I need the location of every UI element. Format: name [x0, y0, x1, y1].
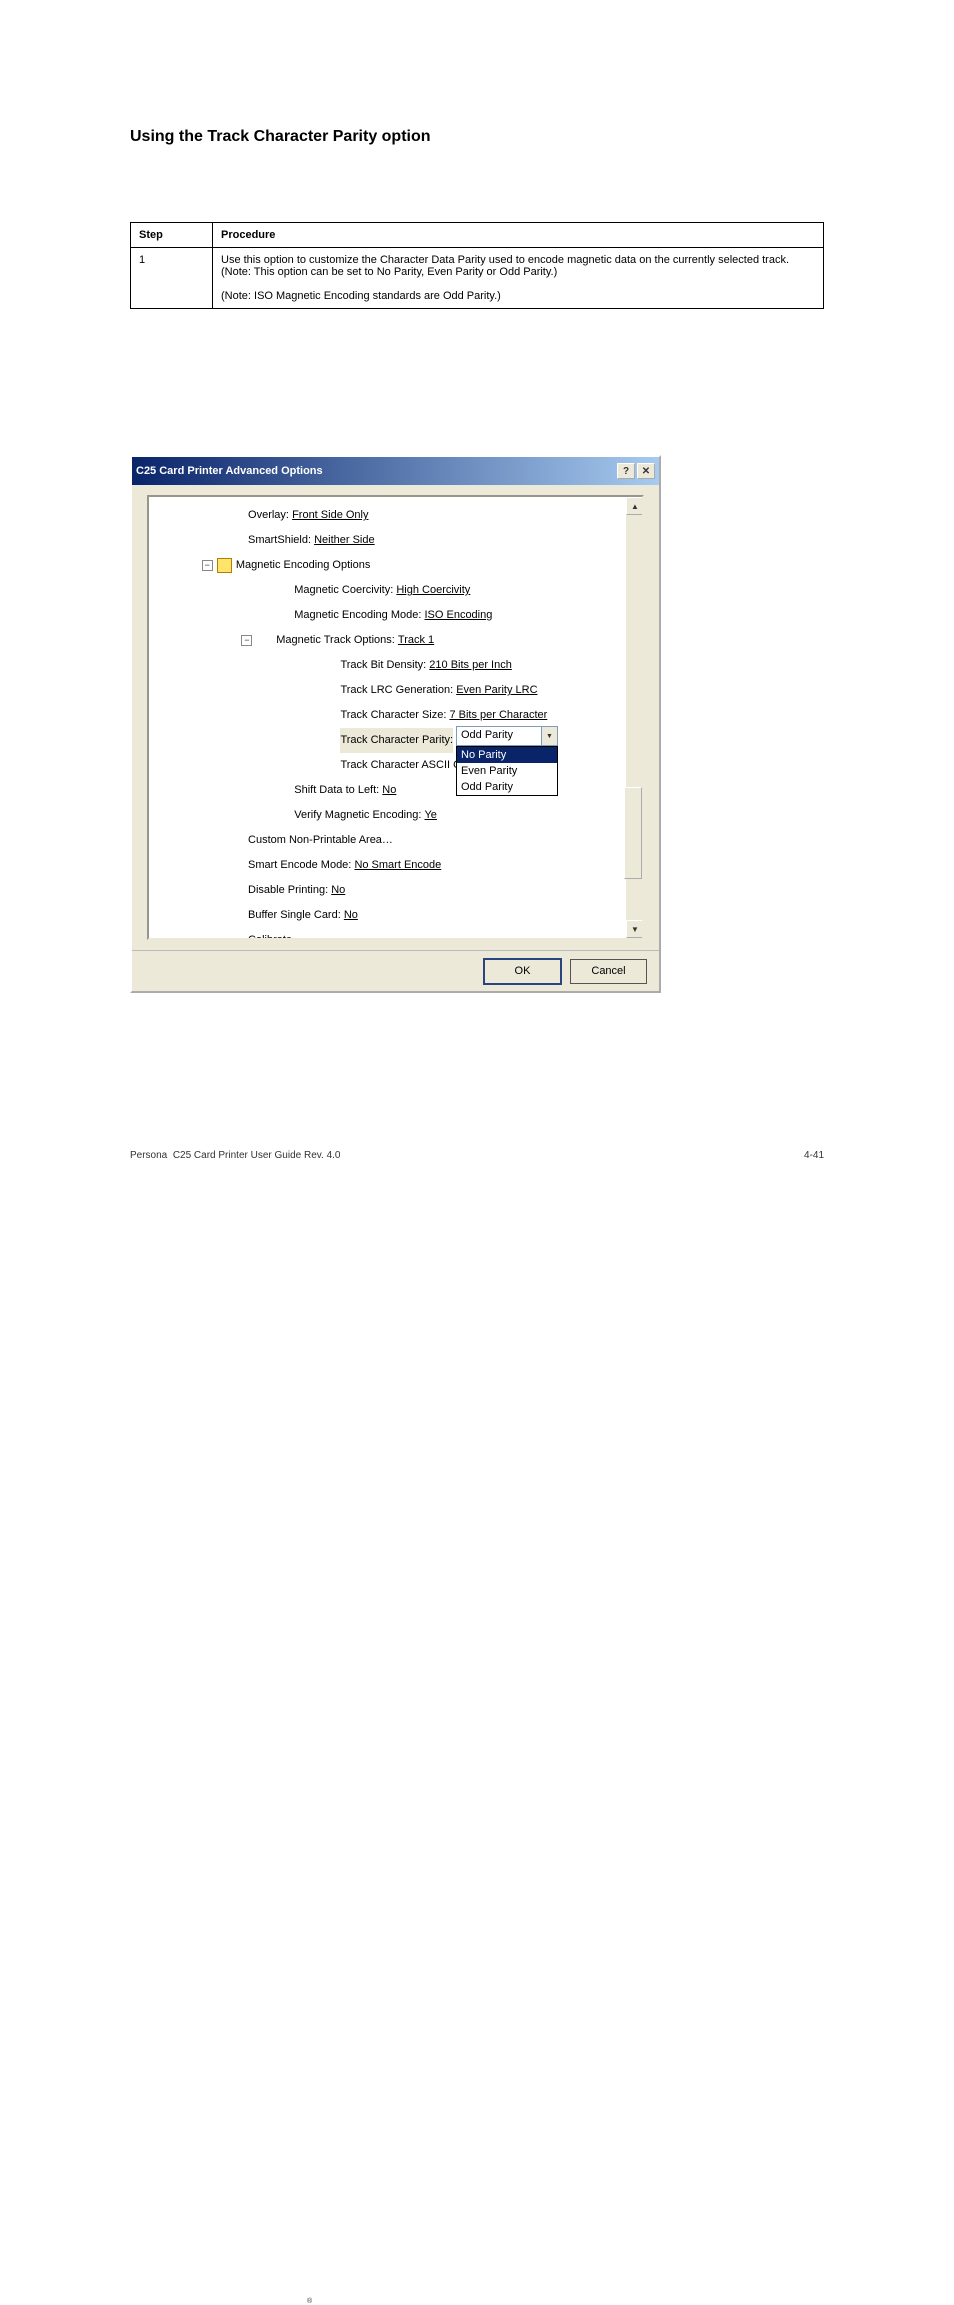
tree-smartshield[interactable]: SmartShield: Neither Side	[149, 528, 642, 553]
tree-char-parity[interactable]: Track Character Parity:	[149, 728, 642, 753]
collapse-icon[interactable]: −	[202, 560, 213, 571]
tree-shift-left[interactable]: Shift Data to Left: No	[149, 778, 642, 803]
tree-lrc[interactable]: Track LRC Generation: Even Parity LRC	[149, 678, 642, 703]
cancel-button[interactable]: Cancel	[570, 959, 647, 984]
tree-magnetic-encoding[interactable]: −Magnetic Encoding Options	[149, 553, 642, 578]
scroll-thumb[interactable]	[624, 787, 642, 879]
tree-verify[interactable]: Verify Magnetic Encoding: Ye	[149, 803, 642, 828]
tree-smart-encode[interactable]: Smart Encode Mode: No Smart Encode	[149, 853, 642, 878]
tree-overlay[interactable]: Overlay: Front Side Only	[149, 503, 642, 528]
options-tree[interactable]: Overlay: Front Side Only SmartShield: Ne…	[147, 495, 644, 940]
parity-select[interactable]: Odd Parity ▼	[456, 726, 558, 746]
scroll-up-button[interactable]: ▲	[626, 497, 644, 515]
close-button[interactable]: ✕	[637, 463, 655, 479]
vertical-scrollbar[interactable]: ▲ ▼	[626, 497, 642, 938]
registered-icon: ®	[307, 2298, 312, 2305]
step-text: Use this option to customize the Charact…	[213, 248, 824, 309]
step-note: (Note: ISO Magnetic Encoding standards a…	[221, 290, 501, 302]
page-number: 4-41	[804, 1150, 824, 1161]
tree-disable-printing[interactable]: Disable Printing: No	[149, 878, 642, 903]
footer-left: Persona® C25 Card Printer User Guide Rev…	[130, 1150, 340, 1161]
tree-char-size[interactable]: Track Character Size: 7 Bits per Charact…	[149, 703, 642, 728]
tree-encoding-mode[interactable]: Magnetic Encoding Mode: ISO Encoding	[149, 603, 642, 628]
step-number: 1	[131, 248, 213, 309]
parity-option-even[interactable]: Even Parity	[457, 763, 557, 779]
ok-button[interactable]: OK	[483, 958, 562, 985]
col-procedure-header: Procedure	[213, 223, 824, 248]
tree-ascii-offset[interactable]: Track Character ASCII O	[149, 753, 642, 778]
procedure-table: Step Procedure 1 Use this option to cust…	[130, 222, 824, 309]
tree-custom-area[interactable]: Custom Non-Printable Area…	[149, 828, 642, 853]
dialog-button-row: OK Cancel	[132, 950, 659, 991]
parity-option-no[interactable]: No Parity	[457, 747, 557, 763]
section-title: Using the Track Character Parity option	[130, 128, 431, 146]
scroll-down-button[interactable]: ▼	[626, 920, 644, 938]
collapse-icon[interactable]: −	[241, 635, 252, 646]
tree-calibrate[interactable]: Calibrate…	[149, 928, 642, 940]
advanced-options-dialog: C25 Card Printer Advanced Options ? ✕ Ov…	[130, 455, 661, 993]
chevron-down-icon[interactable]: ▼	[541, 727, 557, 745]
tree-track-options[interactable]: − Magnetic Track Options: Track 1	[149, 628, 642, 653]
parity-option-odd[interactable]: Odd Parity	[457, 779, 557, 795]
parity-options-list[interactable]: No Parity Even Parity Odd Parity	[456, 746, 558, 796]
tree-bit-density[interactable]: Track Bit Density: 210 Bits per Inch	[149, 653, 642, 678]
dialog-title: C25 Card Printer Advanced Options	[136, 465, 615, 477]
col-step-header: Step	[131, 223, 213, 248]
tree-buffer-single[interactable]: Buffer Single Card: No	[149, 903, 642, 928]
help-button[interactable]: ?	[617, 463, 635, 479]
tree-coercivity[interactable]: Magnetic Coercivity: High Coercivity	[149, 578, 642, 603]
lock-icon	[217, 558, 232, 573]
step-paragraph: Use this option to customize the Charact…	[221, 254, 789, 278]
title-bar[interactable]: C25 Card Printer Advanced Options ? ✕	[132, 457, 659, 485]
